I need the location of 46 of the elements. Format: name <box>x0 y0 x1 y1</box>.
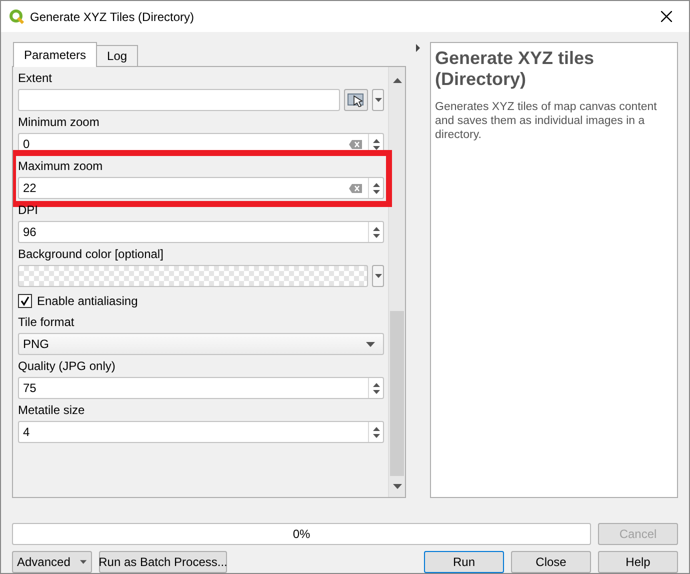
color-picker[interactable] <box>18 265 368 287</box>
parameter-label: Background color [optional] <box>18 246 164 263</box>
tab[interactable]: Log <box>96 45 138 67</box>
clear-icon[interactable] <box>349 140 362 148</box>
parameter-label: DPI <box>18 202 40 219</box>
parameter-label: Extent <box>18 70 54 87</box>
dropdown-arrow-icon <box>366 342 375 346</box>
spin-box[interactable]: 4 <box>18 421 384 443</box>
collapse-arrow-icon[interactable] <box>416 44 420 52</box>
spin-box[interactable]: 75 <box>18 377 384 399</box>
batch-button[interactable]: Run as Batch Process... <box>99 551 227 573</box>
parameter-label: Maximum zoom <box>18 158 104 175</box>
spin-buttons[interactable] <box>368 222 383 242</box>
clear-icon[interactable] <box>349 184 362 192</box>
spin-buttons[interactable] <box>368 422 383 442</box>
dropdown-arrow-icon <box>374 274 382 278</box>
spin-buttons[interactable] <box>368 378 383 398</box>
progress-reading: 0% <box>292 527 310 541</box>
spin-box[interactable]: 96 <box>18 221 384 243</box>
checkbox[interactable] <box>18 294 32 308</box>
parameter-label: Tile format <box>18 314 76 331</box>
parameter-label: Metatile size <box>18 402 86 419</box>
app-logo-icon <box>9 9 24 24</box>
scroll-up-icon <box>392 78 402 83</box>
parameter-label: Quality (JPG only) <box>18 358 116 375</box>
dropdown-button[interactable] <box>372 265 384 287</box>
scroll-down-icon <box>392 484 402 489</box>
format-dropdown[interactable]: PNG <box>18 333 384 355</box>
help-description: Generates XYZ tiles of map canvas content and saves them as individual images in a directory. <box>435 100 658 142</box>
window-title: Generate XYZ Tiles (Directory) <box>30 10 196 24</box>
tab[interactable]: Parameters <box>13 42 98 67</box>
spin-buttons[interactable] <box>368 178 383 198</box>
dropdown-arrow-icon <box>80 560 87 564</box>
run-button[interactable]: Run <box>424 551 504 573</box>
map-select-button[interactable] <box>344 89 368 111</box>
extent-field[interactable] <box>18 89 340 111</box>
advanced-button[interactable]: Advanced <box>12 551 92 573</box>
dropdown-arrow-icon <box>374 98 382 102</box>
close-button[interactable]: Close <box>511 551 591 573</box>
help-button[interactable]: Help <box>598 551 678 573</box>
help-title: Generate XYZ tiles (Directory) <box>435 48 596 90</box>
scrollbar[interactable] <box>388 67 405 497</box>
spin-box[interactable]: 22 <box>18 177 384 199</box>
dropdown-button[interactable] <box>372 89 384 111</box>
parameter-label: Minimum zoom <box>18 114 100 131</box>
checkbox-label: Enable antialiasing <box>37 294 138 308</box>
